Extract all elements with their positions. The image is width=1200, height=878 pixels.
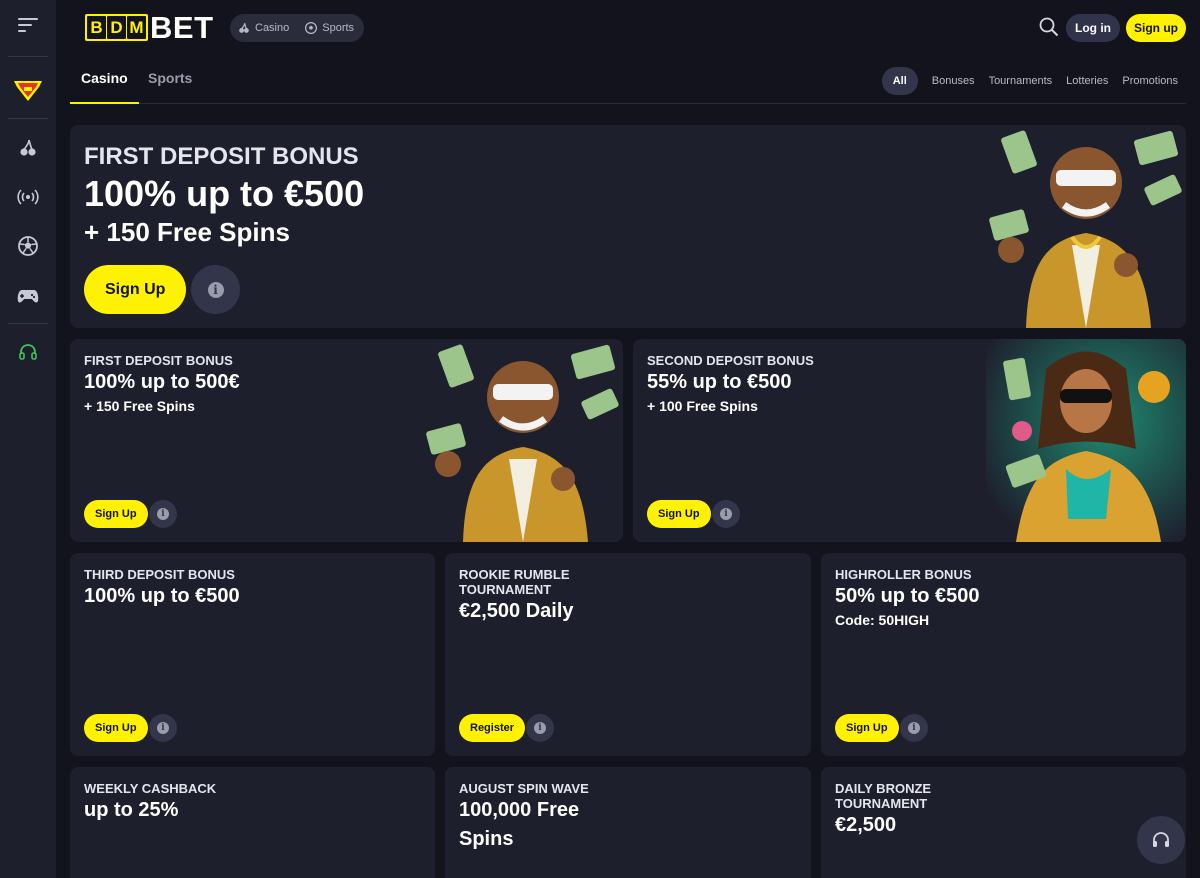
- hero-signup-button[interactable]: Sign Up: [84, 265, 187, 314]
- cherries-icon: [239, 23, 249, 33]
- promo-character-illustration: [426, 344, 619, 542]
- section-nav: Casino Sports All Bonuses Tournaments Lo…: [70, 56, 1186, 104]
- logo-wordmark: BET: [150, 10, 214, 45]
- promo-headline: 55% up to €500: [647, 371, 792, 393]
- promo-label: ROOKIE RUMBLE TOURNAMENT: [459, 567, 570, 597]
- promo-character-illustration: [986, 339, 1186, 542]
- headset-icon[interactable]: [16, 340, 40, 364]
- sidebar: [0, 0, 56, 878]
- promo-label: THIRD DEPOSIT BONUS: [84, 567, 235, 582]
- info-icon[interactable]: i: [712, 500, 740, 528]
- filter-lotteries[interactable]: Lotteries: [1066, 75, 1108, 87]
- promo-label: FIRST DEPOSIT BONUS: [84, 353, 233, 368]
- register-button[interactable]: Register: [459, 714, 526, 742]
- filter-tournaments[interactable]: Tournaments: [989, 75, 1053, 87]
- promo-label: FIRST DEPOSIT BONUS: [84, 143, 359, 170]
- logo-mark: B D M: [85, 14, 148, 41]
- sidebar-divider: [8, 323, 48, 324]
- promo-headline: 100% up to 500€: [84, 371, 240, 393]
- promo-label: AUGUST SPIN WAVE: [459, 781, 589, 796]
- support-chat-button[interactable]: [1137, 816, 1185, 864]
- info-icon[interactable]: i: [149, 500, 177, 528]
- promo-card[interactable]: ROOKIE RUMBLE TOURNAMENT €2,500 Daily Re…: [445, 553, 811, 756]
- switch-sports-label: Sports: [322, 22, 355, 34]
- sidebar-divider: [8, 56, 48, 57]
- active-tab-indicator: [70, 102, 139, 104]
- hero-promo-card[interactable]: FIRST DEPOSIT BONUS 100% up to €500 + 15…: [70, 125, 1186, 328]
- promo-headline: €2,500 Daily: [459, 600, 574, 622]
- soccer-ball-icon[interactable]: [16, 234, 40, 258]
- logo[interactable]: B D M BET: [85, 10, 214, 45]
- promo-subline: + 150 Free Spins: [84, 217, 290, 247]
- promo-headline: 100,000 Free Spins: [459, 799, 580, 850]
- menu-icon[interactable]: [18, 18, 38, 36]
- live-broadcast-icon[interactable]: [16, 185, 40, 209]
- signup-button[interactable]: Sign Up: [835, 714, 899, 742]
- info-icon[interactable]: i: [526, 714, 554, 742]
- logo-letter: M: [127, 16, 146, 39]
- search-icon[interactable]: [1039, 17, 1059, 42]
- info-icon[interactable]: i: [900, 714, 928, 742]
- shield-badge-icon[interactable]: [12, 77, 44, 103]
- promo-headline: up to 25%: [84, 799, 179, 821]
- promo-label: WEEKLY CASHBACK: [84, 781, 217, 796]
- promo-label: HIGHROLLER BONUS: [835, 567, 972, 582]
- signup-button[interactable]: Sign Up: [84, 500, 148, 528]
- promo-card[interactable]: DAILY BRONZE TOURNAMENT €2,500: [821, 767, 1186, 878]
- logo-letter: D: [107, 16, 126, 39]
- promo-code: Code: 50HIGH: [835, 612, 930, 628]
- signup-button[interactable]: Sign up: [1126, 14, 1186, 42]
- promo-card[interactable]: AUGUST SPIN WAVE 100,000 Free Spins: [445, 767, 811, 878]
- promo-card[interactable]: FIRST DEPOSIT BONUS 100% up to 500€ + 15…: [70, 339, 623, 542]
- promo-card[interactable]: HIGHROLLER BONUS 50% up to €500 Code: 50…: [821, 553, 1186, 756]
- promo-card[interactable]: THIRD DEPOSIT BONUS 100% up to €500 Sign…: [70, 553, 435, 756]
- signup-button[interactable]: Sign Up: [84, 714, 148, 742]
- promo-subline: + 150 Free Spins: [84, 398, 195, 414]
- headset-icon: [1153, 832, 1169, 847]
- promo-character-illustration: [989, 130, 1182, 328]
- info-icon[interactable]: i: [191, 265, 240, 314]
- logo-letter: B: [87, 16, 106, 39]
- info-icon[interactable]: i: [149, 714, 177, 742]
- promo-card[interactable]: SECOND DEPOSIT BONUS 55% up to €500 + 10…: [633, 339, 1186, 542]
- tab-casino[interactable]: Casino: [81, 70, 128, 86]
- promo-label: DAILY BRONZE TOURNAMENT: [835, 781, 932, 811]
- filter-chips: All Bonuses Tournaments Lotteries Promot…: [881, 67, 1178, 95]
- promo-subline: + 100 Free Spins: [647, 398, 758, 414]
- switch-sports[interactable]: Sports: [305, 22, 354, 34]
- cherries-icon[interactable]: [16, 136, 40, 160]
- tab-sports[interactable]: Sports: [148, 70, 192, 86]
- signup-button[interactable]: Sign Up: [647, 500, 711, 528]
- sidebar-divider: [8, 118, 48, 119]
- login-button[interactable]: Log in: [1066, 14, 1120, 42]
- gamepad-icon[interactable]: [16, 284, 40, 308]
- filter-all[interactable]: All: [881, 67, 918, 95]
- switch-casino[interactable]: Casino: [238, 22, 289, 34]
- top-header: B D M BET Casino Sports Log in Sign up: [56, 0, 1200, 56]
- filter-promotions[interactable]: Promotions: [1122, 75, 1178, 87]
- promo-headline: €2,500: [835, 814, 897, 836]
- promo-headline: 50% up to €500: [835, 585, 980, 607]
- filter-bonuses[interactable]: Bonuses: [932, 75, 975, 87]
- soccer-ball-icon: [305, 22, 318, 34]
- promo-label: SECOND DEPOSIT BONUS: [647, 353, 814, 368]
- switch-casino-label: Casino: [255, 22, 290, 34]
- promo-headline: 100% up to €500: [84, 173, 365, 214]
- promo-headline: 100% up to €500: [84, 585, 240, 607]
- promo-card[interactable]: WEEKLY CASHBACK up to 25%: [70, 767, 435, 878]
- product-switcher: Casino Sports: [230, 14, 365, 42]
